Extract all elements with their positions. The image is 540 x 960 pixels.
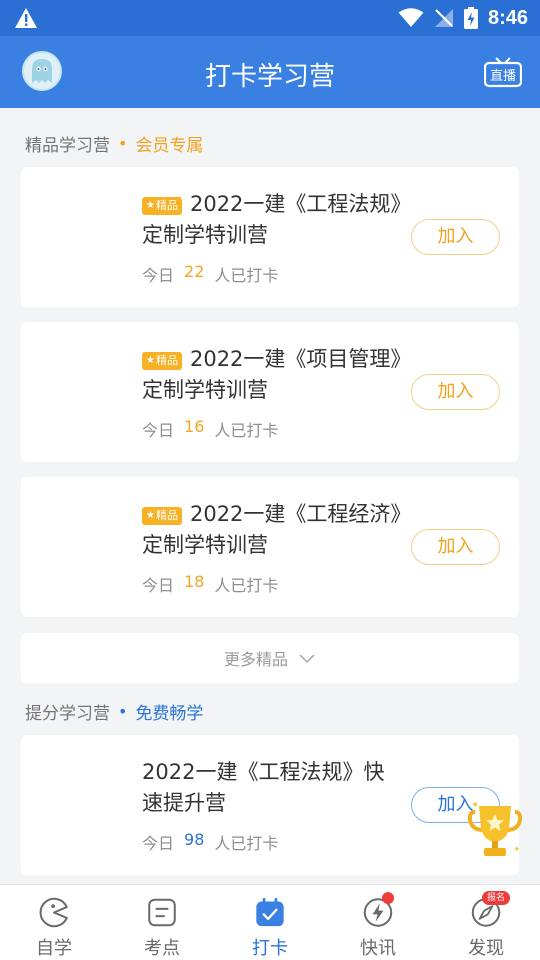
checkin-count: 98 [184, 830, 205, 849]
nav-item-news-flash[interactable]: 快讯 [324, 885, 432, 960]
svg-text:✦: ✦ [513, 845, 521, 855]
section-tag: 免费畅学 [135, 704, 204, 724]
nav-item-checkin[interactable]: 打卡 [216, 885, 324, 960]
boost-section-header: 提分学习营 • 免费畅学 [25, 699, 203, 724]
notification-dot [382, 892, 394, 904]
status-bar: 8:46 [0, 0, 540, 36]
trophy-icon[interactable]: ✦ ✦ [467, 800, 523, 862]
join-button[interactable]: 加入 [411, 219, 500, 255]
exam-points-icon [148, 898, 176, 927]
svg-text:✦: ✦ [471, 800, 479, 811]
page-title: 打卡学习营 [204, 62, 335, 92]
nav-item-exam-points[interactable]: 考点 [108, 885, 216, 960]
chevron-down-icon [299, 654, 315, 664]
wifi-icon [398, 8, 424, 27]
star-icon: ★ [146, 355, 155, 366]
checkin-count: 16 [184, 417, 205, 436]
checkin-count: 18 [184, 572, 205, 591]
live-tv-button[interactable]: 直播 [484, 56, 522, 88]
checkin-meta: 今日 98 人已打卡 [142, 830, 279, 853]
section-tag: 会员专属 [135, 136, 204, 156]
camp-title-block: ★ 精品 2022一建《工程法规》定制学特训营 [142, 189, 402, 251]
app-header: 打卡学习营 直播 [0, 36, 540, 108]
camp-card[interactable]: ★ 精品 2022一建《项目管理》定制学特训营 今日 16 人已打卡 加入 [21, 322, 519, 462]
more-premium-label: 更多精品 [223, 650, 288, 669]
no-signal-icon [434, 9, 453, 27]
premium-badge: ★ 精品 [142, 197, 182, 215]
section-title: 提分学习营 [25, 704, 110, 724]
camp-card[interactable]: ★ 精品 2022一建《工程经济》定制学特训营 今日 18 人已打卡 加入 [21, 477, 519, 617]
star-icon: ★ [146, 200, 155, 211]
join-button[interactable]: 加入 [411, 374, 500, 410]
signup-badge: 报名 [482, 891, 511, 905]
checkin-meta: 今日 22 人已打卡 [142, 262, 279, 285]
checkin-icon [256, 897, 284, 927]
camp-card[interactable]: 2022一建《工程法规》快速提升营 今日 98 人已打卡 加入 [21, 735, 519, 875]
warning-icon [15, 8, 37, 28]
separator-dot: • [118, 134, 128, 153]
join-button[interactable]: 加入 [411, 529, 500, 565]
more-premium-button[interactable]: 更多精品 [21, 633, 519, 683]
premium-badge: ★ 精品 [142, 352, 182, 370]
clock: 8:46 [487, 6, 528, 29]
premium-badge: ★ 精品 [142, 507, 182, 525]
star-icon: ★ [146, 510, 155, 521]
battery-charging-icon [463, 7, 478, 29]
self-study-icon [39, 897, 68, 928]
separator-dot: • [118, 702, 128, 721]
section-title: 精品学习营 [25, 136, 110, 156]
camp-title-block: ★ 精品 2022一建《项目管理》定制学特训营 [142, 344, 402, 406]
checkin-meta: 今日 18 人已打卡 [142, 572, 279, 595]
camp-title-block: ★ 精品 2022一建《工程经济》定制学特训营 [142, 499, 402, 561]
checkin-count: 22 [184, 262, 205, 281]
checkin-meta: 今日 16 人已打卡 [142, 417, 279, 440]
premium-section-header: 精品学习营 • 会员专属 [25, 131, 203, 156]
nav-item-discover[interactable]: 报名 发现 [432, 885, 540, 960]
bottom-nav: 自学 考点 打卡 快讯 报名 发现 [0, 884, 540, 960]
nav-item-self-study[interactable]: 自学 [0, 885, 108, 960]
camp-title: 2022一建《工程法规》快速提升营 [142, 760, 385, 815]
live-label: 直播 [490, 69, 516, 84]
camp-card[interactable]: ★ 精品 2022一建《工程法规》定制学特训营 今日 22 人已打卡 加入 [21, 167, 519, 307]
